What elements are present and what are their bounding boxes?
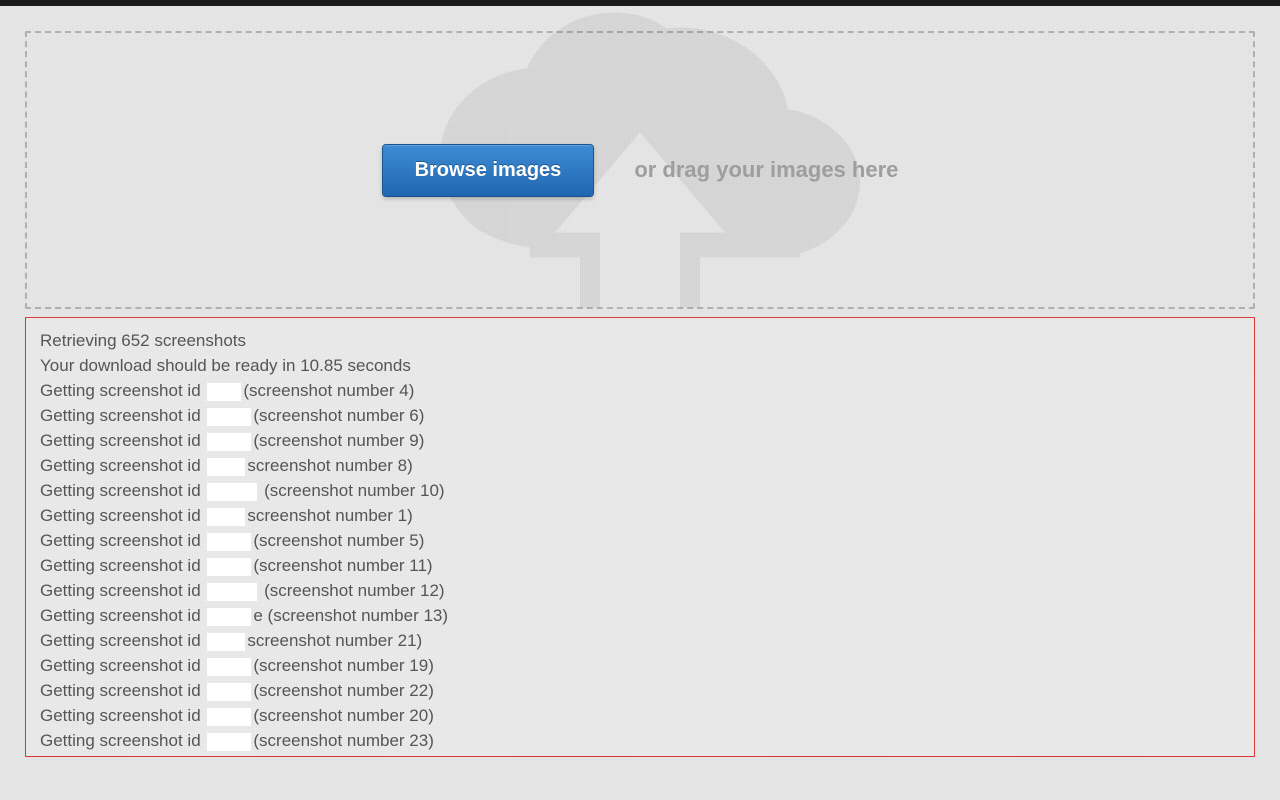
log-line: Retrieving 652 screenshots xyxy=(40,328,1240,353)
log-line: Getting screenshot id (screenshot number… xyxy=(40,578,1240,603)
log-prefix: Getting screenshot id xyxy=(40,731,205,750)
log-line: Getting screenshot id (screenshot number… xyxy=(40,403,1240,428)
redacted-id xyxy=(207,608,251,626)
log-prefix: Getting screenshot id xyxy=(40,531,205,550)
log-line: Getting screenshot id e (screenshot numb… xyxy=(40,603,1240,628)
main-container: Browse images or drag your images here R… xyxy=(0,6,1280,757)
drag-hint-text: or drag your images here xyxy=(634,157,898,183)
log-prefix: Getting screenshot id xyxy=(40,406,205,425)
redacted-id xyxy=(207,733,251,751)
redacted-id xyxy=(207,708,251,726)
log-suffix: screenshot number 21) xyxy=(247,631,422,650)
log-line: Getting screenshot id (screenshot number… xyxy=(40,553,1240,578)
log-prefix: Getting screenshot id xyxy=(40,606,205,625)
redacted-id xyxy=(207,483,257,501)
redacted-id xyxy=(207,458,245,476)
log-line: Getting screenshot id (screenshot number… xyxy=(40,378,1240,403)
log-prefix: Getting screenshot id xyxy=(40,556,205,575)
log-suffix: (screenshot number 10) xyxy=(259,481,444,500)
log-suffix: (screenshot number 9) xyxy=(253,431,424,450)
log-prefix: Getting screenshot id xyxy=(40,456,205,475)
redacted-id xyxy=(207,633,245,651)
redacted-id xyxy=(207,558,251,576)
log-line: Getting screenshot id (screenshot number… xyxy=(40,728,1240,753)
log-prefix: Getting screenshot id xyxy=(40,631,205,650)
log-prefix: Getting screenshot id xyxy=(40,431,205,450)
log-prefix: Getting screenshot id xyxy=(40,706,205,725)
log-line: Getting screenshot id screenshot number … xyxy=(40,628,1240,653)
log-prefix: Getting screenshot id xyxy=(40,481,205,500)
redacted-id xyxy=(207,508,245,526)
log-line: Getting screenshot id (screenshot number… xyxy=(40,478,1240,503)
dropzone-content: Browse images or drag your images here xyxy=(382,144,899,197)
log-suffix: e (screenshot number 13) xyxy=(253,606,448,625)
redacted-id xyxy=(207,433,251,451)
log-suffix: (screenshot number 11) xyxy=(253,556,432,575)
log-suffix: (screenshot number 4) xyxy=(243,381,414,400)
log-line: Getting screenshot id (screenshot number… xyxy=(40,703,1240,728)
log-suffix: screenshot number 8) xyxy=(247,456,412,475)
log-suffix: screenshot number 1) xyxy=(247,506,412,525)
log-prefix: Getting screenshot id xyxy=(40,381,205,400)
redacted-id xyxy=(207,683,251,701)
redacted-id xyxy=(207,658,251,676)
upload-dropzone[interactable]: Browse images or drag your images here xyxy=(25,31,1255,309)
browse-images-button[interactable]: Browse images xyxy=(382,144,595,197)
log-prefix: Getting screenshot id xyxy=(40,506,205,525)
log-suffix: (screenshot number 22) xyxy=(253,681,433,700)
log-line: Getting screenshot id (screenshot number… xyxy=(40,653,1240,678)
log-line: Your download should be ready in 10.85 s… xyxy=(40,353,1240,378)
log-prefix: Getting screenshot id xyxy=(40,681,205,700)
log-prefix: Getting screenshot id xyxy=(40,656,205,675)
log-suffix: (screenshot number 12) xyxy=(259,581,444,600)
log-line: Getting screenshot id (screenshot number… xyxy=(40,678,1240,703)
redacted-id xyxy=(207,383,241,401)
log-suffix: (screenshot number 20) xyxy=(253,706,433,725)
log-output-panel[interactable]: Retrieving 652 screenshotsYour download … xyxy=(25,317,1255,757)
redacted-id xyxy=(207,533,251,551)
log-suffix: (screenshot number 23) xyxy=(253,731,433,750)
log-suffix: (screenshot number 6) xyxy=(253,406,424,425)
log-prefix: Getting screenshot id xyxy=(40,581,205,600)
log-line: Getting screenshot id screenshot number … xyxy=(40,453,1240,478)
log-line: Getting screenshot id (screenshot number… xyxy=(40,528,1240,553)
log-suffix: (screenshot number 5) xyxy=(253,531,424,550)
redacted-id xyxy=(207,408,251,426)
log-line: Getting screenshot id screenshot number … xyxy=(40,503,1240,528)
log-suffix: (screenshot number 19) xyxy=(253,656,433,675)
redacted-id xyxy=(207,583,257,601)
log-line: Getting screenshot id (screenshot number… xyxy=(40,428,1240,453)
